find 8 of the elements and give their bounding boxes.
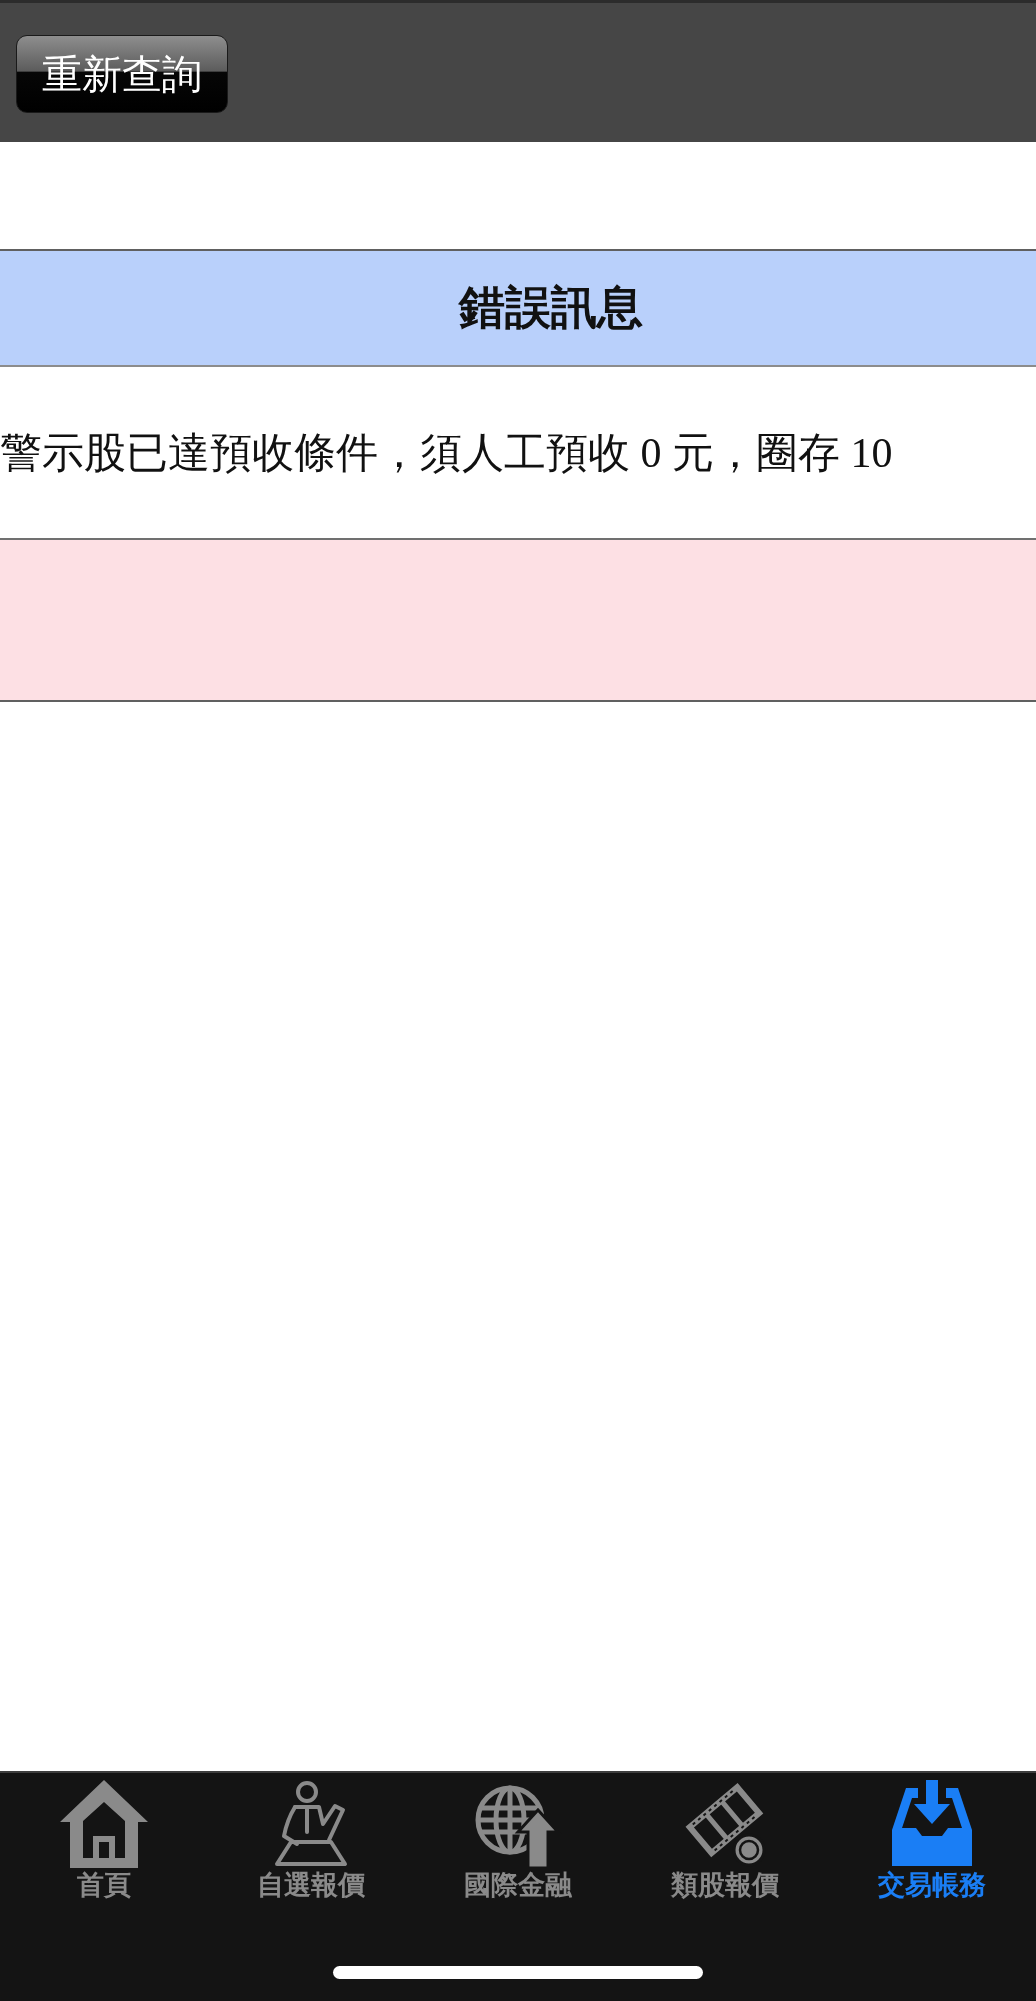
- home-icon: [59, 1780, 148, 1868]
- table-header: 錯誤訊息: [0, 249, 1036, 367]
- tab[interactable]: 首頁: [59, 1780, 148, 1902]
- tab[interactable]: 交易帳務: [878, 1780, 987, 1902]
- requery-button[interactable]: 重新查詢: [16, 35, 228, 113]
- tab[interactable]: 國際金融: [464, 1780, 572, 1902]
- tab[interactable]: 自選報價: [256, 1780, 365, 1902]
- tab[interactable]: 類股報價: [671, 1780, 780, 1902]
